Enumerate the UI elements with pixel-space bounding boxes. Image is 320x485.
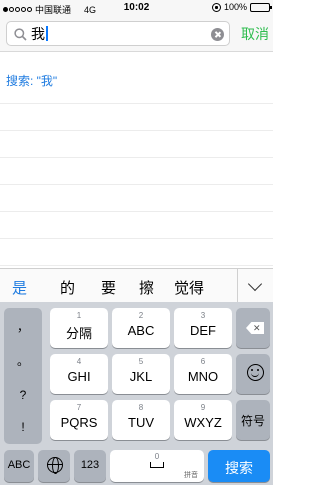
key-3[interactable]: 3 DEF — [174, 308, 232, 348]
abc-button[interactable]: ABC — [4, 450, 34, 482]
space-key[interactable]: 0 拼音 — [110, 450, 204, 482]
key-5[interactable]: 5 JKL — [112, 354, 170, 394]
punctuation-panel: ， 。 ? ! — [4, 308, 42, 444]
emoji-button[interactable] — [236, 354, 270, 394]
punctuation-key[interactable]: ! — [4, 420, 42, 434]
list-item — [0, 104, 273, 131]
candidate-item[interactable]: 的 — [60, 277, 75, 298]
result-list: 搜索: "我" — [0, 52, 273, 268]
list-item — [0, 185, 273, 212]
status-bar: 中国联通 4G 10:02 100% — [0, 0, 273, 16]
key-2[interactable]: 2 ABC — [112, 308, 170, 348]
key-8[interactable]: 8 TUV — [112, 400, 170, 440]
chevron-down-icon — [247, 276, 263, 292]
clear-icon[interactable] — [211, 28, 224, 41]
punctuation-key[interactable]: ， — [4, 318, 42, 335]
punctuation-key[interactable]: ? — [4, 388, 42, 402]
search-key[interactable]: 搜索 — [208, 450, 270, 482]
numbers-button[interactable]: 123 — [74, 450, 106, 482]
globe-button[interactable] — [38, 450, 70, 482]
search-suggestion: 搜索: "我" — [6, 74, 58, 88]
key-9[interactable]: 9 WXYZ — [174, 400, 232, 440]
key-1[interactable]: 1 分隔 — [50, 308, 108, 348]
globe-icon — [47, 457, 63, 474]
list-item — [0, 212, 273, 239]
list-item — [0, 158, 273, 185]
search-header: 我 取消 — [0, 16, 273, 52]
pinyin-label: 拼音 — [184, 472, 198, 479]
search-query-text: 我 — [31, 26, 48, 43]
candidate-item[interactable]: 是 — [12, 277, 27, 298]
list-item — [0, 239, 273, 266]
key-7[interactable]: 7 PQRS — [50, 400, 108, 440]
key-6[interactable]: 6 MNO — [174, 354, 232, 394]
punctuation-key[interactable]: 。 — [4, 352, 42, 369]
space-icon — [150, 462, 164, 468]
rotation-lock-icon — [211, 2, 221, 12]
key-4[interactable]: 4 GHI — [50, 354, 108, 394]
smiley-icon — [247, 364, 264, 381]
text-cursor — [46, 26, 48, 41]
symbols-button[interactable]: 符号 — [236, 400, 270, 440]
battery-percent: 100% — [223, 2, 247, 12]
keyboard: ， 。 ? ! 1 分隔 2 ABC 3 DEF ✕ 4 GHI 5 JKL 6… — [0, 302, 273, 485]
candidate-item[interactable]: 觉得 — [174, 277, 204, 298]
candidate-bar: 是 的 要 擦 觉得 — [0, 268, 273, 303]
list-item[interactable]: 搜索: "我" — [0, 52, 273, 104]
battery-icon — [250, 2, 272, 12]
list-item — [0, 131, 273, 158]
candidate-item[interactable]: 擦 — [139, 277, 154, 298]
status-right: 100% — [211, 2, 272, 12]
expand-candidates-button[interactable] — [237, 269, 273, 303]
cancel-button[interactable]: 取消 — [241, 24, 269, 44]
candidate-item[interactable]: 要 — [101, 277, 116, 298]
search-input[interactable]: 我 — [6, 21, 230, 46]
search-icon — [14, 28, 27, 41]
delete-button[interactable]: ✕ — [236, 308, 270, 348]
